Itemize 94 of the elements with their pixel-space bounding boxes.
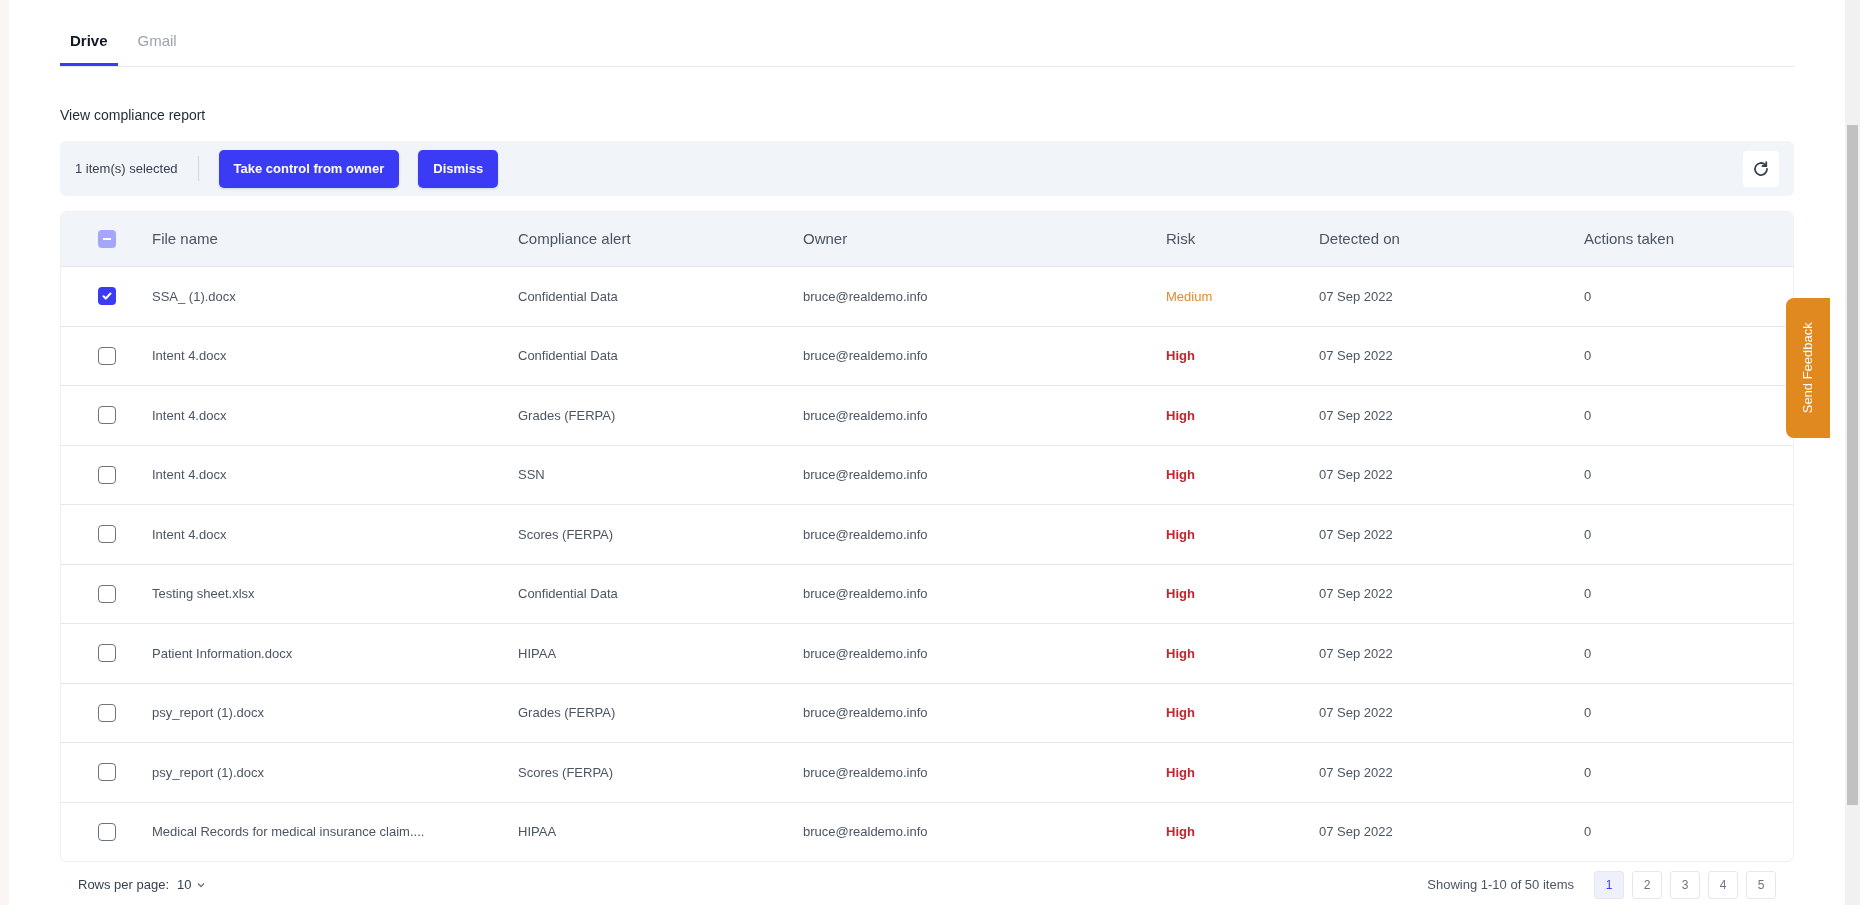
action-button[interactable]: Take control from owner [218,149,400,188]
risk-level: Medium [1166,288,1213,304]
table-cell: bruce@realdemo.info [803,586,928,601]
table-cell: Testing sheet.xlsx [152,586,255,601]
checkbox[interactable] [97,703,116,722]
column-header[interactable]: Detected on [1319,227,1584,251]
table-cell: 07 Sep 2022 [1319,526,1393,542]
risk-level: High [1166,407,1195,423]
table-cell: Scores (FERPA) [518,526,614,542]
column-header[interactable]: Owner [803,227,1166,251]
table-cell: 07 Sep 2022 [1319,764,1393,780]
page-button[interactable]: 2 [1632,870,1662,899]
table-cell: psy_report (1).docx [152,764,264,780]
column-header[interactable]: Risk [1166,227,1319,251]
table-cell: 0 [1584,467,1592,482]
table-cell: bruce@realdemo.info [803,407,928,423]
table-cell: Intent 4.docx [152,348,227,363]
risk-level: High [1166,705,1195,720]
table-cell: 0 [1584,348,1592,363]
action-button[interactable]: Dismiss [418,149,499,188]
checkmark-icon [100,290,113,303]
table-cell: 07 Sep 2022 [1319,407,1393,423]
risk-level: High [1166,824,1195,839]
table-cell: 07 Sep 2022 [1319,705,1393,720]
rows-per-page-select[interactable]: 10 [177,874,206,895]
table-cell: Intent 4.docx [152,526,227,542]
table-cell: bruce@realdemo.info [803,467,928,482]
checkbox[interactable] [97,406,116,425]
checkbox[interactable] [97,763,116,782]
checkbox[interactable] [97,230,116,248]
table-cell: HIPAA [518,645,557,661]
table-cell: bruce@realdemo.info [803,288,928,304]
table-cell: SSA_ (1).docx [152,288,236,304]
table-cell: HIPAA [518,824,557,839]
table-cell: 0 [1584,288,1592,304]
table-cell: 07 Sep 2022 [1319,824,1393,839]
table-cell: Confidential Data [518,288,618,304]
checkbox[interactable] [97,346,116,365]
checkbox[interactable] [97,822,116,841]
risk-level: High [1166,645,1195,661]
table-cell: bruce@realdemo.info [803,764,928,780]
risk-level: High [1166,586,1195,601]
table-cell: bruce@realdemo.info [803,645,928,661]
checkbox[interactable] [97,584,116,603]
page-button[interactable]: 3 [1670,870,1700,899]
risk-level: High [1166,526,1195,542]
table-cell: Patient Information.docx [152,645,293,661]
table-cell: Intent 4.docx [152,407,227,423]
risk-level: High [1166,764,1195,780]
checkbox[interactable] [97,287,116,306]
table-cell: 0 [1584,764,1592,780]
table-cell: 0 [1584,407,1592,423]
risk-level: High [1166,467,1195,482]
table-cell: bruce@realdemo.info [803,348,928,363]
table-cell: 07 Sep 2022 [1319,348,1393,363]
report-link[interactable]: View compliance report [60,107,206,123]
risk-level: High [1166,348,1195,363]
column-header[interactable]: Compliance alert [518,227,803,251]
selection-count: 1 item(s) selected [75,159,178,178]
table-cell: 07 Sep 2022 [1319,645,1393,661]
table-cell: Grades (FERPA) [518,407,616,423]
table-cell: Confidential Data [518,348,618,363]
column-header[interactable]: Actions taken [1584,227,1793,251]
column-header[interactable]: File name [152,227,518,251]
table-cell: psy_report (1).docx [152,705,264,720]
table-cell: Confidential Data [518,586,618,601]
table-cell: 0 [1584,824,1592,839]
table-cell: 07 Sep 2022 [1319,467,1393,482]
page-button[interactable]: 5 [1746,870,1776,899]
checkbox[interactable] [97,465,116,484]
scrollbar[interactable] [1845,0,1860,905]
table-cell: Scores (FERPA) [518,764,614,780]
rows-per-page-label: Rows per page: [78,875,170,894]
pagination-summary: Showing 1-10 of 50 items [1427,875,1574,894]
table-cell: Medical Records for medical insurance claim.... [152,824,425,839]
table-cell: 0 [1584,526,1592,542]
table-cell: SSN [518,467,545,482]
table-cell: 07 Sep 2022 [1319,586,1393,601]
table-cell: 0 [1584,705,1592,720]
table-cell: 07 Sep 2022 [1319,288,1393,304]
table-cell: bruce@realdemo.info [803,824,928,839]
refresh-icon [1752,159,1770,178]
table-cell: 0 [1584,645,1592,661]
table-cell: bruce@realdemo.info [803,526,928,542]
table-cell: Intent 4.docx [152,467,227,482]
table-cell: bruce@realdemo.info [803,705,928,720]
checkbox[interactable] [97,644,116,663]
page-button[interactable]: 4 [1708,870,1738,899]
page-button[interactable]: 1 [1594,870,1624,899]
table-cell: Grades (FERPA) [518,705,616,720]
refresh-button[interactable] [1743,150,1779,187]
checkbox[interactable] [97,525,116,544]
tab[interactable]: Drive [60,20,118,66]
table-cell: 0 [1584,586,1592,601]
